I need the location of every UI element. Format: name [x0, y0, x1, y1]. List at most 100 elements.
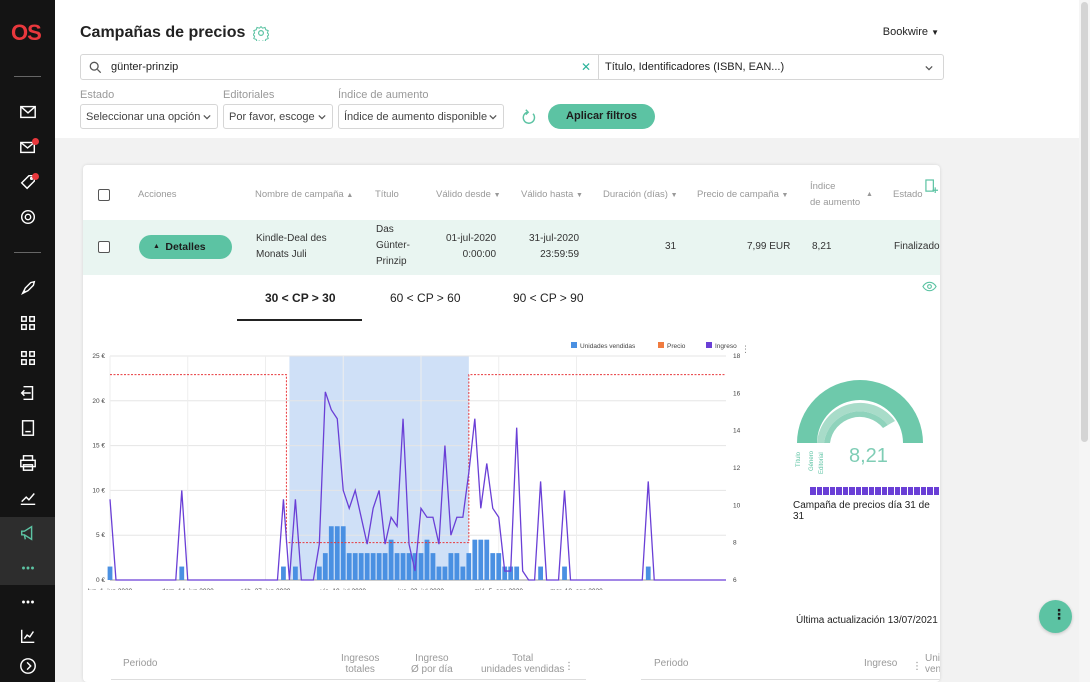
units-bar	[478, 539, 484, 580]
bottom-header-periodo-2: Periodo	[654, 658, 689, 669]
progress-segment	[927, 487, 933, 495]
bottom-header-total-l2: unidades vendidas	[481, 664, 565, 675]
legend-units: Unidades vendidas	[571, 342, 635, 350]
progress-segment	[862, 487, 868, 495]
caret-down-icon: ▼	[931, 28, 939, 37]
search-bar[interactable]: günter-prinzip ✕ Título, Identificadores…	[80, 54, 944, 80]
y-right-tick: 18	[733, 353, 741, 360]
column-menu-icon[interactable]: ⋮	[564, 661, 574, 672]
units-bar	[382, 553, 388, 580]
y-left-tick: 10 €	[92, 487, 105, 494]
active-tab-indicator	[237, 319, 362, 321]
y-right-tick: 6	[733, 577, 737, 584]
units-bar	[400, 553, 406, 580]
progress-segment	[881, 487, 887, 495]
megaphone-icon[interactable]	[17, 522, 39, 544]
units-bar	[472, 539, 478, 580]
import-icon[interactable]	[17, 382, 39, 404]
chevron-down-icon	[489, 114, 497, 120]
units-bar	[179, 566, 185, 580]
header-indice[interactable]: Índice de aumento	[810, 179, 860, 211]
editoriales-select[interactable]: Por favor, escoge	[223, 104, 333, 129]
details-button[interactable]: ▲ Detalles	[139, 235, 232, 259]
search-field-select[interactable]: Título, Identificadores (ISBN, EAN...)	[605, 61, 784, 73]
search-input[interactable]: günter-prinzip	[111, 61, 178, 73]
tab-30[interactable]: 30 < CP > 30	[265, 291, 336, 305]
bottom-header-ingreso-dia: Ingreso Ø por día	[411, 653, 453, 675]
select-all-checkbox[interactable]	[98, 189, 110, 201]
page-header: Campañas de precios Bookwire ▼ günter-pr…	[55, 0, 1079, 138]
header-hasta-label: Válido hasta	[521, 189, 574, 200]
more-icon[interactable]	[17, 591, 39, 613]
campaign-progress-bar	[810, 487, 939, 495]
app-logo[interactable]: OS	[11, 20, 45, 46]
header-nombre[interactable]: Nombre de campaña ▲	[255, 187, 353, 204]
cell-desde: 01-jul-2020 0:00:00	[446, 231, 496, 263]
actions-fab[interactable]: ⋮	[1039, 600, 1072, 633]
units-bar	[496, 553, 502, 580]
print-icon[interactable]	[17, 452, 39, 474]
notification-dot	[32, 138, 39, 145]
header-hasta[interactable]: Válido hasta ▼	[521, 187, 583, 204]
export-icon[interactable]	[925, 179, 938, 194]
scrollbar-thumb[interactable]	[1081, 2, 1088, 442]
chevron-down-icon	[925, 65, 933, 71]
chart-icon[interactable]	[17, 625, 39, 647]
units-bar	[448, 553, 454, 580]
cell-hasta-l2: 23:59:59	[540, 249, 580, 260]
header-duracion[interactable]: Duración (días) ▼	[603, 187, 678, 204]
units-bar	[358, 553, 364, 580]
progress-segment	[855, 487, 861, 495]
more-icon[interactable]	[17, 557, 39, 579]
units-bar	[645, 566, 651, 580]
units-bar	[466, 553, 472, 580]
gauge-label-editorial: Editorial	[819, 452, 825, 474]
cell-nombre: Kindle-Deal des Monats Juli	[256, 231, 327, 263]
bottom-header-ingresos: Ingresos totales	[341, 653, 379, 675]
tab-90[interactable]: 90 < CP > 90	[513, 291, 584, 305]
header-precio[interactable]: Precio de campaña ▼	[697, 187, 788, 204]
estado-select-value: Seleccionar una opción	[86, 111, 201, 123]
apps-icon[interactable]	[17, 347, 39, 369]
units-bar	[406, 553, 412, 580]
filter-label-editoriales: Editoriales	[223, 89, 275, 101]
units-bar	[328, 526, 334, 580]
row-checkbox[interactable]	[98, 241, 110, 253]
progress-segment	[829, 487, 835, 495]
y-right-tick: 16	[733, 390, 741, 397]
stats-icon[interactable]	[17, 487, 39, 509]
gear-icon[interactable]	[253, 25, 269, 41]
reset-icon[interactable]	[521, 109, 537, 125]
y-left-tick: 0 €	[96, 577, 105, 584]
notification-dot	[32, 173, 39, 180]
settings-icon[interactable]	[17, 206, 39, 228]
cell-estado: Finalizado	[894, 241, 940, 252]
units-bar	[322, 553, 328, 580]
progress-segment	[933, 487, 939, 495]
document-icon[interactable]	[17, 417, 39, 439]
units-bar	[430, 553, 436, 580]
arrow-right-icon[interactable]	[17, 655, 39, 677]
legend-precio: Precio	[658, 342, 685, 350]
account-menu[interactable]: Bookwire ▼	[883, 26, 939, 38]
header-estado[interactable]: Estado	[893, 187, 923, 203]
chevron-down-icon	[318, 114, 326, 120]
units-bar	[107, 566, 113, 580]
tab-60[interactable]: 60 < CP > 60	[390, 291, 461, 305]
eye-icon[interactable]	[922, 281, 937, 292]
clear-icon[interactable]: ✕	[581, 60, 591, 74]
apply-filters-button[interactable]: Aplicar filtros	[548, 104, 655, 129]
account-name: Bookwire	[882, 26, 929, 38]
editoriales-select-value: Por favor, escoge	[229, 111, 315, 123]
column-menu-icon[interactable]: ⋮	[912, 661, 922, 672]
estado-select[interactable]: Seleccionar una opción	[80, 104, 218, 129]
units-bar	[562, 566, 567, 580]
cell-titulo: Das Günter- Prinzip	[376, 222, 410, 270]
indice-select[interactable]: Índice de aumento disponible	[338, 104, 504, 129]
mail-icon[interactable]	[17, 101, 39, 123]
rocket-icon[interactable]	[17, 277, 39, 299]
header-titulo[interactable]: Título	[375, 187, 399, 203]
search-divider	[598, 55, 599, 79]
grid-icon[interactable]	[17, 312, 39, 334]
header-desde[interactable]: Válido desde ▼	[436, 187, 501, 204]
